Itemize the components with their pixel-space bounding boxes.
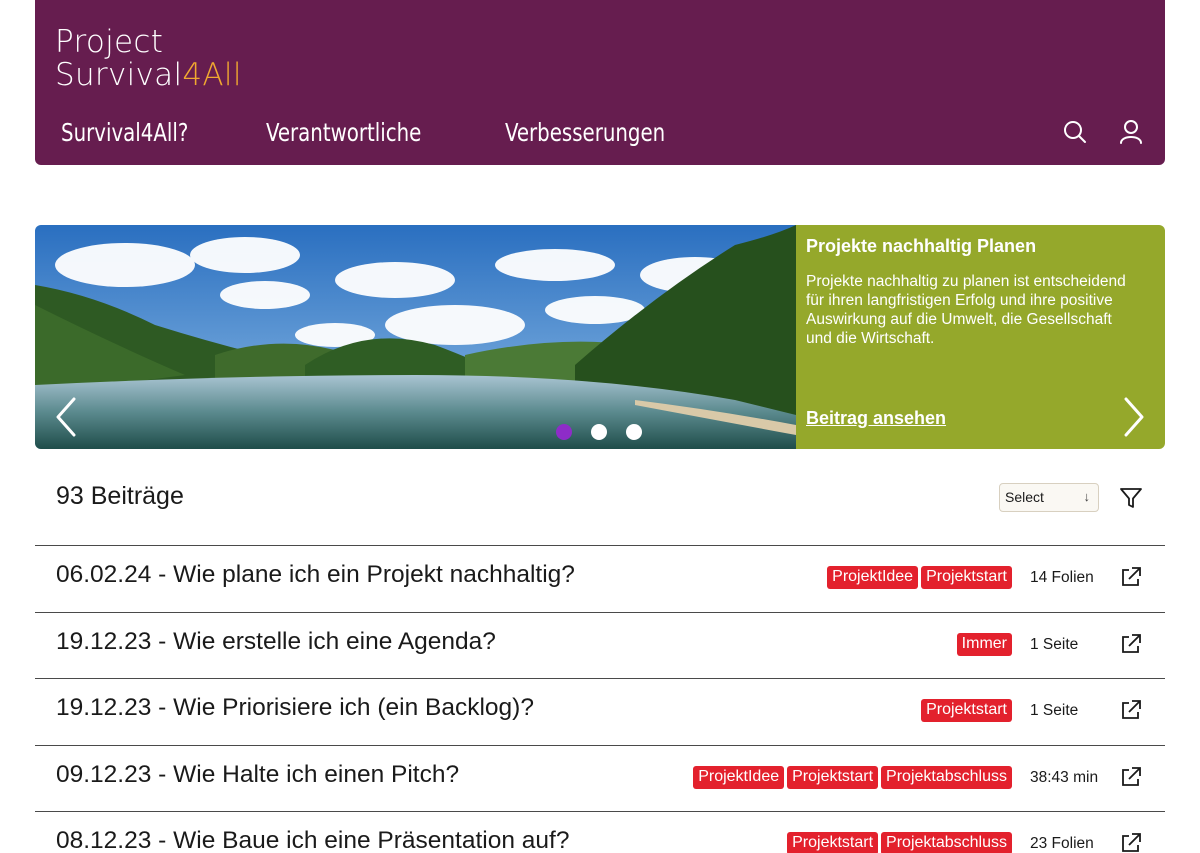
list-item: 06.02.24 - Wie plane ich ein Projekt nac…	[35, 545, 1165, 612]
external-link-icon[interactable]	[1120, 832, 1142, 853]
post-tags: ProjektIdee Projektstart Projektabschlus…	[693, 765, 1012, 789]
post-tags: Immer	[956, 632, 1012, 656]
post-meta: 1 Seite	[1030, 635, 1079, 653]
external-link-icon[interactable]	[1120, 766, 1142, 788]
list-item: 09.12.23 - Wie Halte ich einen Pitch? Pr…	[35, 744, 1165, 812]
nav-item-verantwortliche[interactable]: Verantwortliche	[266, 118, 421, 147]
logo-accent: 4All	[182, 57, 242, 93]
search-icon[interactable]	[1062, 119, 1088, 145]
hero-lake-image	[35, 225, 796, 449]
post-title[interactable]: 19.12.23 - Wie Priorisiere ich (ein Back…	[56, 694, 534, 722]
tag-badge: Immer	[956, 632, 1012, 656]
filter-icon[interactable]	[1119, 486, 1143, 510]
tag-badge: Projektstart	[921, 699, 1012, 722]
post-count: 93 Beiträge	[56, 482, 184, 510]
list-item: 19.12.23 - Wie erstelle ich eine Agenda?…	[35, 611, 1165, 679]
post-title[interactable]: 06.02.24 - Wie plane ich ein Projekt nac…	[56, 561, 575, 589]
carousel-dots	[556, 424, 642, 440]
hero-read-more-link[interactable]: Beitrag ansehen	[806, 408, 946, 429]
tag-badge: Projektstart	[921, 566, 1012, 589]
logo-main: Survival	[55, 57, 183, 93]
carousel-next-arrow-icon[interactable]	[1122, 397, 1146, 437]
site-logo[interactable]: Project Survival4All	[55, 26, 242, 92]
carousel-dot-3[interactable]	[626, 424, 642, 440]
sort-select[interactable]: Select ↓	[999, 483, 1099, 512]
post-meta: 38:43 min	[1030, 768, 1099, 786]
carousel-dot-2[interactable]	[591, 424, 607, 440]
hero-carousel: Projekte nachhaltig Planen Projekte nach…	[35, 225, 1165, 449]
sort-select-value: Select	[1005, 489, 1044, 505]
external-link-icon[interactable]	[1120, 699, 1142, 721]
logo-line2: Survival4All	[55, 59, 242, 92]
tag-badge: ProjektIdee	[827, 566, 919, 589]
list-item: 08.12.23 - Wie Baue ich eine Präsentatio…	[35, 811, 1165, 853]
tag-badge: Projektstart	[787, 765, 879, 789]
nav-item-verbesserungen[interactable]: Verbesserungen	[505, 118, 665, 147]
list-item: 19.12.23 - Wie Priorisiere ich (ein Back…	[35, 678, 1165, 745]
post-list: 06.02.24 - Wie plane ich ein Projekt nac…	[35, 545, 1165, 853]
post-tags: ProjektIdee Projektstart	[827, 566, 1012, 589]
carousel-dot-1[interactable]	[556, 424, 572, 440]
post-title[interactable]: 19.12.23 - Wie erstelle ich eine Agenda?	[56, 628, 496, 656]
site-header: Project Survival4All Survival4All? Veran…	[35, 0, 1165, 165]
post-meta: 1 Seite	[1030, 702, 1079, 719]
tag-badge: Projektabschluss	[881, 832, 1012, 853]
tag-badge: ProjektIdee	[693, 765, 785, 789]
tag-badge: Projektabschluss	[881, 765, 1012, 789]
external-link-icon[interactable]	[1120, 566, 1142, 588]
hero-description: Projekte nachhaltig zu planen ist entsch…	[806, 273, 1126, 347]
sort-arrow-icon: ↓	[1083, 489, 1091, 504]
tag-badge: Projektstart	[787, 832, 879, 853]
post-title[interactable]: 08.12.23 - Wie Baue ich eine Präsentatio…	[56, 827, 569, 853]
carousel-prev-arrow-icon[interactable]	[54, 397, 78, 437]
post-title[interactable]: 09.12.23 - Wie Halte ich einen Pitch?	[56, 761, 459, 789]
post-tags: Projektstart	[921, 699, 1012, 722]
logo-line1: Project	[55, 24, 164, 60]
hero-title: Projekte nachhaltig Planen	[806, 236, 1037, 256]
nav-item-survival4all[interactable]: Survival4All?	[61, 118, 188, 147]
hero-info-panel: Projekte nachhaltig Planen Projekte nach…	[796, 225, 1165, 449]
external-link-icon[interactable]	[1120, 633, 1142, 655]
post-meta: 23 Folien	[1030, 835, 1094, 852]
post-tags: Projektstart Projektabschluss	[787, 832, 1012, 853]
post-meta: 14 Folien	[1030, 569, 1094, 586]
user-icon[interactable]	[1118, 119, 1144, 145]
